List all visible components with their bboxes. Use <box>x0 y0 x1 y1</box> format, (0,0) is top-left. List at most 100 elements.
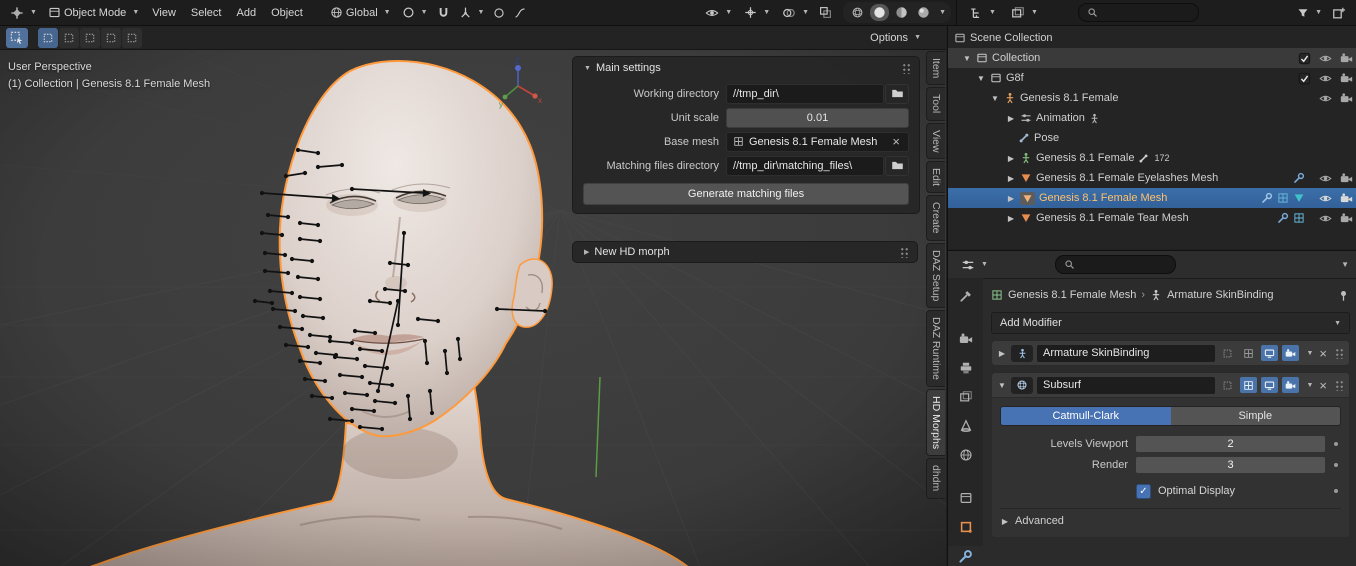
hide-eye-toggle[interactable] <box>1319 92 1332 105</box>
select-mode-invert-button[interactable] <box>101 28 121 48</box>
modifier-extras-dropdown[interactable]: ▼ <box>1306 382 1313 389</box>
new-collection-button[interactable] <box>1329 4 1349 22</box>
sidebar-panel-new-hd-morph[interactable]: ▶ New HD morph <box>572 241 918 263</box>
delete-modifier-button[interactable]: × <box>1317 379 1329 392</box>
add-modifier-dropdown[interactable]: Add Modifier ▼ <box>991 312 1350 334</box>
hide-eye-toggle[interactable] <box>1319 212 1332 225</box>
sidebar-tab-create[interactable]: Create <box>926 195 945 241</box>
working-directory-input[interactable]: //tmp_dir\ <box>726 84 884 104</box>
panel-drag-handle[interactable] <box>900 247 909 258</box>
sidebar-tab-hd-morphs[interactable]: HD Morphs <box>926 389 945 456</box>
matching-files-directory-input[interactable]: //tmp_dir\matching_files\ <box>726 156 884 176</box>
on-cage-toggle[interactable] <box>1219 377 1236 393</box>
tab-output[interactable] <box>952 358 980 378</box>
select-mode-extend-button[interactable] <box>59 28 79 48</box>
advanced-subpanel-header[interactable]: ▶ Advanced <box>1000 508 1341 531</box>
hide-eye-toggle[interactable] <box>1319 52 1332 65</box>
menu-select[interactable]: Select <box>184 4 229 22</box>
catmull-clark-button[interactable]: Catmull-Clark <box>1001 407 1171 425</box>
tab-world[interactable] <box>952 445 980 465</box>
shading-wireframe-button[interactable] <box>848 4 867 21</box>
expand-icon[interactable]: ▶ <box>1006 174 1016 183</box>
outliner-row-collection[interactable]: ▼ Collection <box>948 48 1356 68</box>
modifier-drag-handle[interactable] <box>1335 348 1344 359</box>
select-mode-intersect-button[interactable] <box>122 28 142 48</box>
animate-decorator[interactable] <box>1334 442 1338 446</box>
main-settings-panel-header[interactable]: ▼ Main settings <box>573 57 919 79</box>
object-visibility-dropdown[interactable]: ▼ <box>700 4 737 22</box>
show-render-toggle[interactable] <box>1282 345 1299 361</box>
animate-decorator[interactable] <box>1334 463 1338 467</box>
snap-target-selector[interactable]: ▼ <box>454 4 490 21</box>
outliner-row-eyelashes-mesh[interactable]: ▶ Genesis 8.1 Female Eyelashes Mesh <box>948 168 1356 188</box>
outliner-display-mode-selector[interactable]: ▼ <box>1006 4 1043 22</box>
panel-drag-handle[interactable] <box>902 63 911 74</box>
render-camera-toggle[interactable] <box>1340 192 1353 205</box>
expand-icon[interactable]: ▼ <box>962 54 972 63</box>
edit-mode-toggle[interactable] <box>1240 377 1257 393</box>
shading-material-button[interactable] <box>892 4 911 21</box>
sidebar-tab-daz-setup[interactable]: DAZ Setup <box>926 243 945 308</box>
outliner-row-g8f[interactable]: ▼ G8f <box>948 68 1356 88</box>
menu-add[interactable]: Add <box>229 4 263 22</box>
tab-view-layer[interactable] <box>952 387 980 407</box>
browse-folder-button[interactable] <box>885 84 909 104</box>
mode-selector[interactable]: Object Mode ▼ <box>43 4 144 21</box>
xray-toggle[interactable] <box>816 4 835 21</box>
browse-folder-button[interactable] <box>885 156 909 176</box>
properties-search-input[interactable] <box>1079 258 1167 272</box>
options-dropdown[interactable]: Options ▼ <box>865 30 926 46</box>
navigation-gizmo[interactable]: Z x y <box>497 55 543 111</box>
breadcrumb-object[interactable]: Genesis 8.1 Female Mesh <box>1008 289 1136 301</box>
outliner-row-tear-mesh[interactable]: ▶ Genesis 8.1 Female Tear Mesh <box>948 208 1356 228</box>
clear-base-mesh-button[interactable]: × <box>890 135 902 148</box>
tab-tool[interactable] <box>952 286 980 306</box>
proportional-editing-toggle[interactable] <box>490 5 508 21</box>
unit-scale-input[interactable]: 0.01 <box>726 108 909 128</box>
pivot-point-selector[interactable]: ▼ <box>397 4 433 21</box>
modifier-header[interactable]: ▶ Armature SkinBinding ▼ × <box>991 340 1350 366</box>
expand-icon[interactable]: ▼ <box>976 74 986 83</box>
hide-eye-toggle[interactable] <box>1319 192 1332 205</box>
show-overlays-dropdown[interactable]: ▼ <box>777 4 814 22</box>
tab-render[interactable] <box>952 329 980 349</box>
sidebar-tab-dhdm[interactable]: dhdm <box>926 458 945 498</box>
viewport-3d-region[interactable]: User Perspective (1) Collection | Genesi… <box>0 25 946 566</box>
on-cage-toggle[interactable] <box>1219 345 1236 361</box>
edit-mode-toggle[interactable] <box>1240 345 1257 361</box>
expand-icon[interactable]: ▶ <box>997 349 1007 358</box>
properties-editor-type-selector[interactable]: ▼ <box>956 256 993 274</box>
render-levels-input[interactable]: 3 <box>1136 457 1325 473</box>
generate-matching-files-button[interactable]: Generate matching files <box>583 183 909 205</box>
modifier-extras-dropdown[interactable]: ▼ <box>1306 350 1313 357</box>
render-camera-toggle[interactable] <box>1340 52 1353 65</box>
tab-scene[interactable] <box>952 416 980 436</box>
expand-icon[interactable]: ▶ <box>1006 214 1016 223</box>
optimal-display-checkbox[interactable]: ✓ <box>1136 484 1151 499</box>
sidebar-tab-edit[interactable]: Edit <box>926 161 945 193</box>
tab-modifiers[interactable] <box>948 546 983 566</box>
tab-collection[interactable] <box>952 488 980 508</box>
render-camera-toggle[interactable] <box>1340 92 1353 105</box>
show-viewport-toggle[interactable] <box>1261 345 1278 361</box>
tab-object[interactable] <box>952 517 980 537</box>
expand-icon[interactable]: ▶ <box>1006 194 1016 203</box>
outliner-editor-type-selector[interactable]: ▼ <box>964 4 1001 22</box>
expand-icon[interactable]: ▶ <box>1006 154 1016 163</box>
expand-icon[interactable]: ▼ <box>997 381 1007 390</box>
outliner-row-animation[interactable]: ▶ Animation <box>948 108 1356 128</box>
hide-eye-toggle[interactable] <box>1319 172 1332 185</box>
proportional-falloff-selector[interactable] <box>509 5 531 21</box>
sidebar-tab-item[interactable]: Item <box>926 51 945 85</box>
delete-modifier-button[interactable]: × <box>1317 347 1329 360</box>
outliner-row-female-mesh-selected[interactable]: ▶ Genesis 8.1 Female Mesh <box>948 188 1356 208</box>
base-mesh-field[interactable]: Genesis 8.1 Female Mesh × <box>726 132 909 152</box>
outliner-search-input[interactable] <box>1102 6 1190 20</box>
modifier-name-input[interactable]: Armature SkinBinding <box>1037 345 1215 362</box>
render-camera-toggle[interactable] <box>1340 172 1353 185</box>
sidebar-tab-daz-runtime[interactable]: DAZ Runtime <box>926 310 945 387</box>
expand-icon[interactable]: ▼ <box>990 94 1000 103</box>
pin-icon[interactable] <box>1337 289 1350 302</box>
properties-filter-dropdown[interactable]: ▼ <box>1341 261 1349 269</box>
chevron-down-icon[interactable]: ▼ <box>939 9 946 16</box>
